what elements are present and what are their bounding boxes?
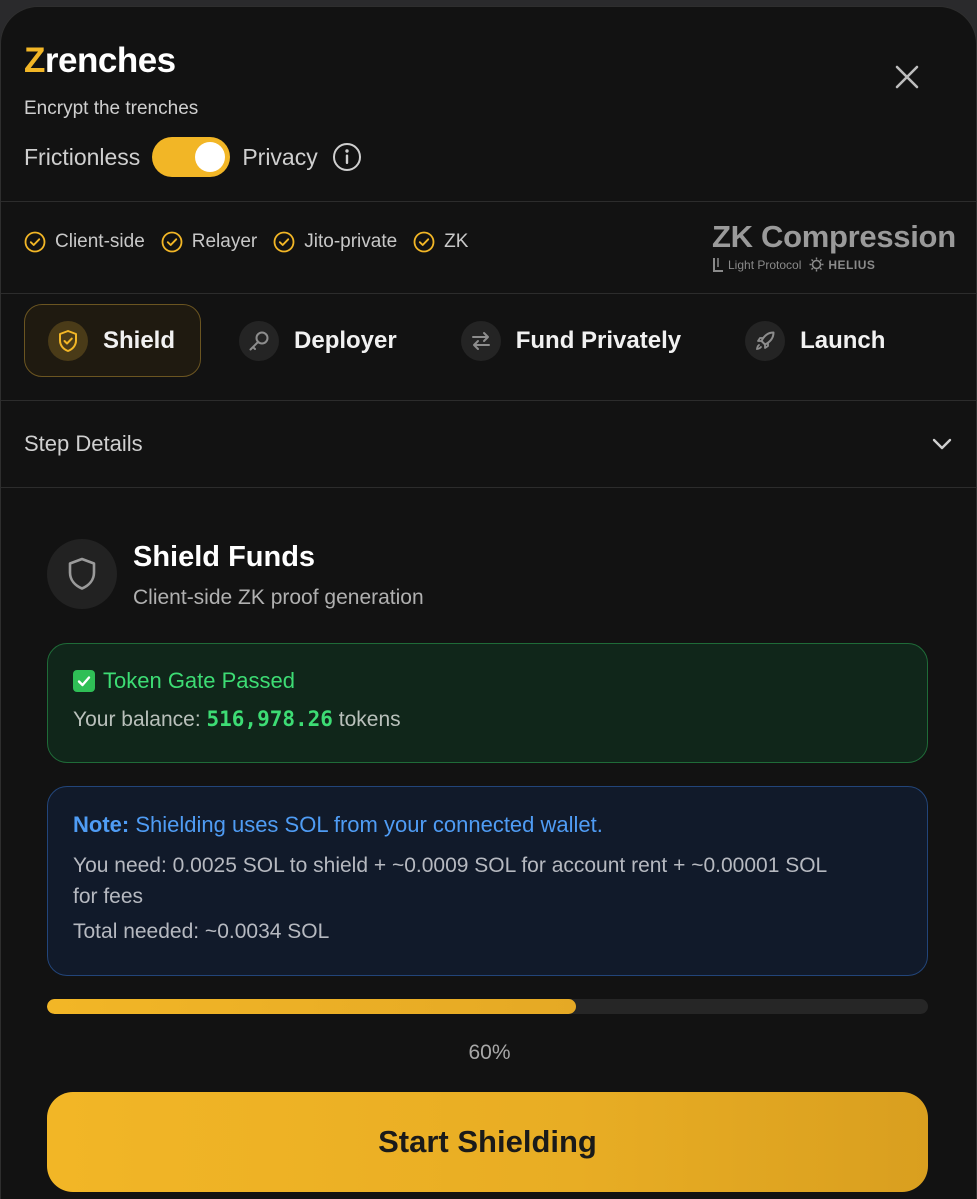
shield-icon [47,539,117,609]
info-note: Note: Shielding uses SOL from your conne… [47,786,928,976]
divider [1,201,976,202]
note-detail: You need: 0.0025 SOL to shield + ~0.0009… [73,854,827,908]
balance-value: 516,978.26 [206,707,333,731]
feature-relayer: Relayer [161,231,257,253]
section-title: Shield Funds [133,541,316,573]
note-text: Shielding uses SOL from your connected w… [129,812,603,837]
helius-icon [809,257,824,272]
note-headline: Note: Shielding uses SOL from your conne… [73,812,902,838]
feature-label: Relayer [191,231,258,252]
feature-label: ZK [444,231,469,252]
chevron-down-icon [932,438,952,450]
privacy-toggle[interactable] [152,137,231,177]
shield-header: Shield Funds Client-side ZK proof genera… [47,539,424,610]
light-protocol-icon [713,258,723,272]
note-label: Note: [73,812,130,837]
feature-label: Jito-private [304,231,398,252]
start-shielding-button[interactable]: Start Shielding [47,1092,928,1192]
check-circle-icon [273,231,295,253]
tab-deployer[interactable]: Deployer [215,304,423,377]
mode-label-frictionless: Frictionless [24,143,141,170]
toggle-knob [195,142,226,172]
header: Zrenches Encrypt the trenches Frictionle… [1,7,976,201]
token-gate-label: Token Gate Passed [103,668,296,693]
zk-partners: Light Protocol HELIUS [712,257,952,272]
app-title: Zrenches [24,41,176,81]
check-circle-icon [413,231,435,253]
step-details-toggle[interactable]: Step Details [1,401,976,487]
tab-launch[interactable]: Launch [721,304,911,377]
light-protocol-logo: Light Protocol [712,257,801,272]
check-mark-icon [73,670,95,692]
zk-compression-logo: ZK Compression Light Protocol HELIUS [712,219,956,272]
tab-label: Shield [103,326,176,354]
feature-client-side: Client-side [24,231,145,253]
modal-panel: Zrenches Encrypt the trenches Frictionle… [0,6,977,1199]
brand-initial: Z [24,41,45,80]
token-balance: Your balance: 516,978.26 tokens [73,707,902,732]
progress-label: 60% [468,1041,511,1064]
rocket-icon [745,320,786,361]
brand-rest: renches [44,41,176,80]
check-circle-icon [161,231,183,253]
tab-label: Launch [800,326,886,354]
key-icon [239,320,280,361]
info-icon[interactable] [332,142,362,172]
mode-label-privacy: Privacy [242,143,318,170]
feature-zk: ZK [413,231,468,253]
balance-prefix: Your balance: [73,708,207,731]
zk-compression-title: ZK Compression [712,219,956,254]
check-circle-icon [24,231,46,253]
feature-list: Client-side Relayer Jito-private ZK [24,231,484,253]
progress-bar [47,999,928,1014]
tagline: Encrypt the trenches [24,98,199,119]
tab-label: Fund Privately [515,326,682,354]
step-tabs: Shield Deployer Fund Privately Launch [24,304,925,377]
section-subtitle: Client-side ZK proof generation [133,586,424,609]
step-details-label: Step Details [24,431,143,456]
shield-icon [48,320,88,361]
tab-label: Deployer [294,326,397,354]
token-gate-status: Token Gate Passed Your balance: 516,978.… [47,643,928,763]
divider [1,487,976,488]
balance-suffix: tokens [332,708,401,731]
tab-fund-privately[interactable]: Fund Privately [437,304,707,377]
note-total: Total needed: ~0.0034 SOL [73,920,330,943]
close-button[interactable] [887,57,927,97]
close-icon [895,65,919,89]
helius-label: HELIUS [828,257,876,272]
progress-fill [47,999,576,1014]
mode-toggle-row: Frictionless Privacy [24,137,362,177]
helius-logo: HELIUS [809,257,875,272]
feature-label: Client-side [55,231,145,252]
swap-arrows-icon [460,320,501,361]
feature-jito-private: Jito-private [273,231,397,253]
divider [1,293,976,294]
light-protocol-label: Light Protocol [728,257,802,272]
token-gate-title: Token Gate Passed [73,668,902,694]
tab-shield[interactable]: Shield [24,304,202,377]
